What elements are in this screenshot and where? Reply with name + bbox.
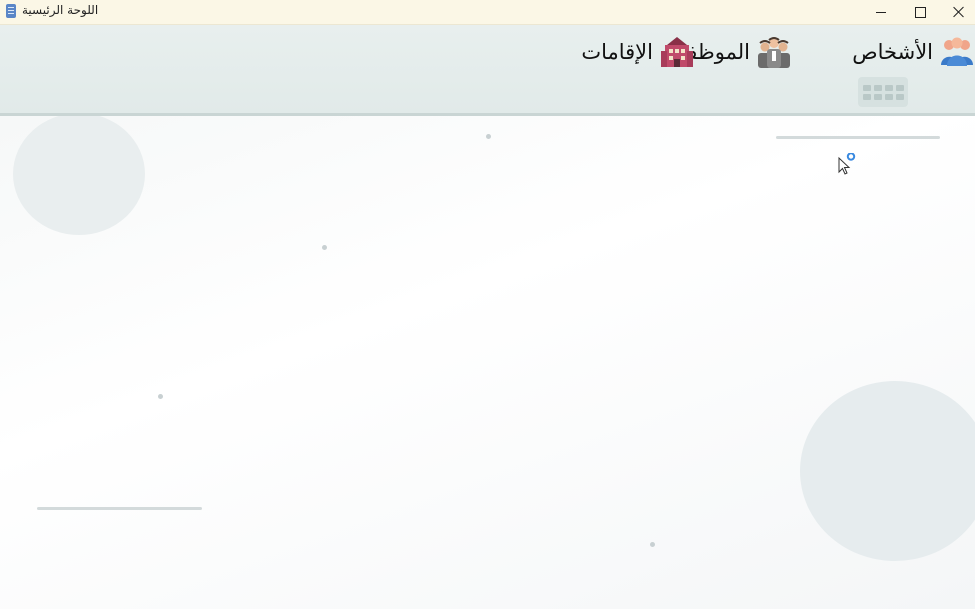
minimize-button[interactable] [861, 0, 901, 24]
employees-icon [758, 37, 790, 68]
main-nav-bar: الأشخاص الموظفين الإقامات [0, 25, 975, 116]
decorative-line [37, 507, 202, 510]
minimize-icon [876, 11, 886, 13]
decorative-dot [322, 245, 327, 250]
nav-residences-label: الإقامات [581, 40, 653, 64]
decorative-dot [158, 394, 163, 399]
apps-grid-icon [862, 84, 871, 91]
nav-item-persons[interactable]: الأشخاص [852, 35, 975, 69]
decorative-dot [650, 542, 655, 547]
app-window: اللوحة الرئيسية الأشخاص الموظفين الإقاما… [0, 0, 975, 609]
maximize-button[interactable] [900, 0, 940, 24]
decorative-dot [486, 134, 491, 139]
people-group-icon [941, 37, 973, 66]
decorative-circle [13, 116, 145, 235]
window-title: اللوحة الرئيسية [22, 3, 99, 17]
building-icon [661, 37, 693, 67]
app-document-icon [6, 4, 16, 18]
close-button[interactable] [939, 0, 975, 24]
nav-persons-label: الأشخاص [852, 40, 933, 64]
title-bar: اللوحة الرئيسية [0, 0, 975, 25]
close-icon [953, 6, 965, 18]
maximize-icon [914, 6, 926, 18]
apps-grid-button[interactable] [858, 77, 908, 107]
nav-item-residences[interactable]: الإقامات [581, 35, 695, 69]
decorative-line [776, 136, 940, 139]
decorative-circle [800, 381, 975, 561]
busy-cursor-icon [838, 153, 856, 175]
main-content-area [0, 116, 975, 609]
